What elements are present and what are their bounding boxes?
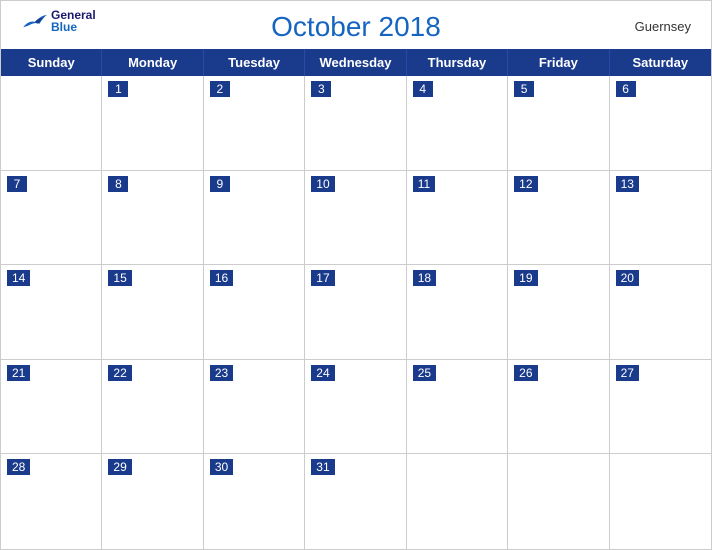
calendar-cell: 8 bbox=[102, 171, 203, 266]
calendar-cell: 13 bbox=[610, 171, 711, 266]
calendar-cell: 20 bbox=[610, 265, 711, 360]
calendar-cell: 4 bbox=[407, 76, 508, 171]
calendar-cell: 7 bbox=[1, 171, 102, 266]
calendar-cell bbox=[1, 76, 102, 171]
country-label: Guernsey bbox=[635, 19, 691, 34]
calendar-cell bbox=[508, 454, 609, 549]
logo-blue-text: Blue bbox=[51, 21, 96, 33]
days-header: Sunday Monday Tuesday Wednesday Thursday… bbox=[1, 49, 711, 76]
calendar-cell: 16 bbox=[204, 265, 305, 360]
calendar-cell: 11 bbox=[407, 171, 508, 266]
calendar-cell bbox=[610, 454, 711, 549]
calendar-cell: 29 bbox=[102, 454, 203, 549]
calendar-cell: 17 bbox=[305, 265, 406, 360]
calendar-grid: 1234567891011121314151617181920212223242… bbox=[1, 76, 711, 549]
calendar-cell: 30 bbox=[204, 454, 305, 549]
calendar-cell: 28 bbox=[1, 454, 102, 549]
calendar-cell: 6 bbox=[610, 76, 711, 171]
calendar-cell: 19 bbox=[508, 265, 609, 360]
calendar-container: General Blue October 2018 Guernsey Sunda… bbox=[0, 0, 712, 550]
day-tuesday: Tuesday bbox=[204, 49, 305, 76]
calendar-cell: 3 bbox=[305, 76, 406, 171]
calendar-cell: 12 bbox=[508, 171, 609, 266]
day-thursday: Thursday bbox=[407, 49, 508, 76]
calendar-cell: 22 bbox=[102, 360, 203, 455]
day-sunday: Sunday bbox=[1, 49, 102, 76]
calendar-cell: 23 bbox=[204, 360, 305, 455]
logo-bird-icon bbox=[21, 11, 49, 31]
logo: General Blue bbox=[21, 9, 96, 33]
calendar-cell: 25 bbox=[407, 360, 508, 455]
calendar-cell: 15 bbox=[102, 265, 203, 360]
calendar-cell: 9 bbox=[204, 171, 305, 266]
day-monday: Monday bbox=[102, 49, 203, 76]
month-title: October 2018 bbox=[271, 11, 441, 43]
calendar-cell: 21 bbox=[1, 360, 102, 455]
calendar-cell: 31 bbox=[305, 454, 406, 549]
day-saturday: Saturday bbox=[610, 49, 711, 76]
day-friday: Friday bbox=[508, 49, 609, 76]
calendar-cell: 2 bbox=[204, 76, 305, 171]
calendar-cell: 14 bbox=[1, 265, 102, 360]
calendar-cell: 26 bbox=[508, 360, 609, 455]
calendar-cell: 5 bbox=[508, 76, 609, 171]
day-wednesday: Wednesday bbox=[305, 49, 406, 76]
calendar-cell: 24 bbox=[305, 360, 406, 455]
calendar-cell: 10 bbox=[305, 171, 406, 266]
calendar-header: General Blue October 2018 Guernsey bbox=[1, 1, 711, 49]
calendar-cell: 27 bbox=[610, 360, 711, 455]
calendar-cell bbox=[407, 454, 508, 549]
calendar-cell: 18 bbox=[407, 265, 508, 360]
calendar-cell: 1 bbox=[102, 76, 203, 171]
